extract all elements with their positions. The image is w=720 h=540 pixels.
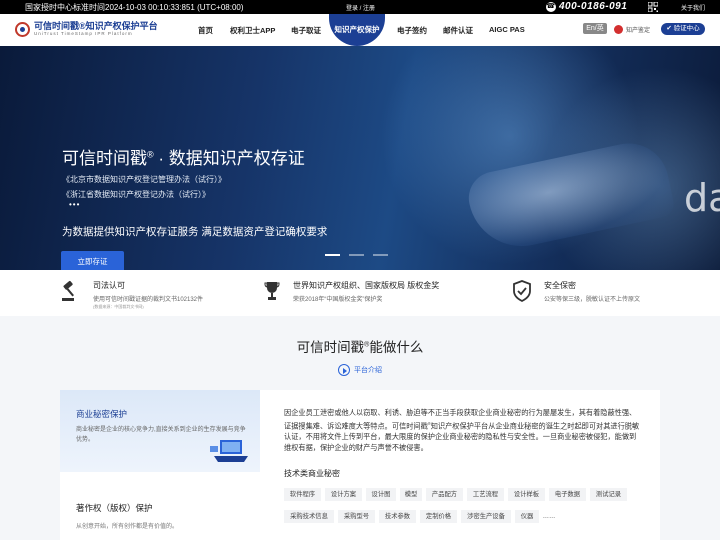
standard-time: 国家授时中心标准时间2024-10-03 00:10:33:851 (UTC+0… (25, 3, 244, 12)
feature-title: 安全保密 (544, 281, 576, 290)
tab-title: 商业秘密保护 (76, 409, 128, 419)
trade-secret-description: 因企业员工泄密或他人以窃取、利诱、胁迫等不正当手段获取企业商业秘密的行为屡屡发生… (284, 407, 640, 453)
logo-subtitle: UniTrust TimeStamp IPR Platform (34, 31, 133, 36)
logo-title: 可信时间戳®知识产权保护平台 (34, 21, 158, 31)
hero-title: 可信时间戳® · 数据知识产权存证 (62, 144, 305, 169)
tag-item[interactable]: 定制价格 (420, 510, 457, 523)
hero-slogan: 为数据提供知识产权存证服务 满足数据资产登记确权要求 (62, 226, 328, 238)
verify-center-label: 验证中心 (673, 25, 700, 32)
top-bar: 国家授时中心标准时间2024-10-03 00:10:33:851 (UTC+0… (0, 0, 720, 14)
hero-law-1: 《北京市数据知识产权登记管理办法（试行）》 (62, 175, 226, 184)
tag-item[interactable]: 工艺流程 (467, 488, 504, 501)
tag-item[interactable]: 设计样板 (508, 488, 545, 501)
login-register-link[interactable]: 登录 / 注册 (346, 3, 375, 12)
logo-mark-icon (15, 21, 30, 37)
ip-appraisal-link[interactable]: 知产鉴定 (614, 25, 650, 34)
main-header: 可信时间戳®知识产权保护平台 UniTrust TimeStamp IPR Pl… (0, 14, 720, 46)
platform-intro-label: 平台介绍 (354, 367, 382, 374)
qr-code-icon[interactable] (648, 2, 658, 12)
ip-appraisal-label: 知产鉴定 (626, 28, 651, 34)
nav-rights-guard-app[interactable]: 权利卫士APP (230, 25, 275, 36)
about-us-link[interactable]: 关于我们 (681, 3, 705, 12)
tag-item[interactable]: 电子数据 (549, 488, 586, 501)
slide-indicator-3[interactable] (373, 254, 388, 256)
tag-item[interactable]: 软件程序 (284, 488, 321, 501)
nav-e-sign[interactable]: 电子签约 (397, 25, 427, 36)
hero-banner: da 可信时间戳® · 数据知识产权存证 《北京市数据知识产权登记管理办法（试行… (0, 46, 720, 270)
section-title-rest: 能做什么 (369, 340, 424, 355)
slide-indicator-2[interactable] (349, 254, 364, 256)
section-title-brand: 可信时间戳 (296, 340, 365, 355)
play-icon (338, 364, 350, 376)
slide-indicator-1[interactable] (325, 254, 340, 256)
site-logo[interactable]: 可信时间戳®知识产权保护平台 UniTrust TimeStamp IPR Pl… (15, 21, 158, 37)
tab-copyright[interactable]: 著作权（版权）保护 从创意开始，所有创作都是有价值的。 (60, 472, 260, 540)
tag-item[interactable]: 采购型号 (338, 510, 375, 523)
hero-law-2: 《浙江省数据知识产权登记办法（试行）》 (62, 190, 210, 199)
tab-title: 著作权（版权）保护 (76, 503, 153, 513)
section-title: 可信时间戳®能做什么 (0, 336, 720, 356)
trophy-icon (264, 282, 280, 300)
feature-desc: 公安等保三级，脱敏认证不上传原文 (544, 297, 641, 303)
tag-item[interactable]: 测试记录 (590, 488, 627, 501)
registered-mark: ® (147, 149, 154, 160)
tech-secret-subtitle: 技术类商业秘密 (284, 469, 340, 478)
tag-item[interactable]: 采购技术信息 (284, 510, 334, 523)
hotline[interactable]: ☎ 400-0186-091 (546, 1, 627, 12)
verify-center-button[interactable]: ✔ 验证中心 (661, 23, 705, 35)
nav-home[interactable]: 首页 (198, 25, 213, 36)
tag-item[interactable]: 模型 (400, 488, 422, 501)
features-strip: 司法认可 使用可信时间戳证据的裁判文书102132件 (数据来源：中国裁判文书网… (0, 270, 720, 316)
nav-ip-protection[interactable]: 知识产权保护 (329, 14, 385, 46)
tag-more: …… (542, 513, 556, 520)
tag-item[interactable]: 技术参数 (379, 510, 416, 523)
service-card: 商业秘密保护 商业秘密是企业的核心竞争力,直接关系到企业的生存发展与竞争优势。 … (60, 390, 660, 540)
tag-item[interactable]: 产品配方 (426, 488, 463, 501)
feature-note: (数据来源：中国裁判文书网) (93, 304, 144, 309)
language-switch[interactable]: En/英 (583, 23, 607, 34)
tag-item[interactable]: 仪器 (515, 510, 539, 523)
nav-aigc-pas[interactable]: AIGC PAS (489, 25, 525, 34)
gavel-icon (62, 280, 74, 301)
store-now-button[interactable]: 立即存证 (61, 251, 124, 270)
feature-desc: 荣获2018年“中国版权金奖”保护奖 (293, 297, 383, 303)
tag-item[interactable]: 设计方案 (325, 488, 362, 501)
tab-trade-secret[interactable]: 商业秘密保护 商业秘密是企业的核心竞争力,直接关系到企业的生存发展与竞争优势。 (60, 390, 260, 472)
nav-e-evidence[interactable]: 电子取证 (291, 25, 321, 36)
hero-title-rest: · 数据知识产权存证 (153, 149, 305, 168)
nav-email-auth[interactable]: 邮件认证 (443, 25, 473, 36)
laptop-illustration-icon (210, 440, 248, 462)
shield-check-icon: ✔ (666, 25, 674, 32)
appraisal-icon (614, 25, 623, 34)
hero-title-brand: 可信时间戳 (62, 149, 147, 168)
hero-more-dots: ••• (69, 200, 81, 209)
feature-title: 世界知识产权组织、国家版权局 版权金奖 (293, 281, 440, 290)
tab-desc: 从创意开始，所有创作都是有价值的。 (76, 524, 179, 530)
platform-intro-link[interactable]: 平台介绍 (338, 364, 382, 376)
phone-icon: ☎ (546, 1, 556, 12)
hotline-number: 400-0186-091 (559, 1, 628, 12)
hero-overlay-text: da (684, 176, 720, 220)
tag-item[interactable]: 设计图 (366, 488, 396, 501)
feature-title: 司法认可 (93, 281, 125, 290)
feature-desc: 使用可信时间戳证据的裁判文书102132件 (93, 297, 204, 303)
tag-item[interactable]: 涉密生产设备 (461, 510, 511, 523)
shield-check-icon (513, 280, 531, 302)
